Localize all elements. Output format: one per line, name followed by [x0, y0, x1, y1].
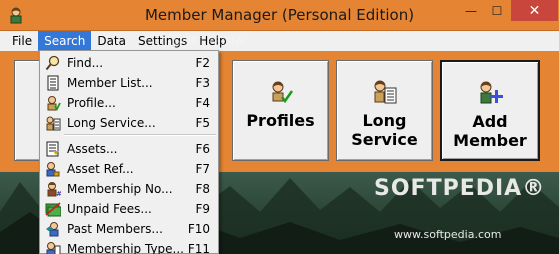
- menu-item-label: Member List...: [67, 76, 153, 90]
- menu-item-label: Membership Type...: [67, 242, 184, 254]
- menu-item-long-service[interactable]: Long Service... F5: [42, 113, 218, 133]
- unpaid-fees-icon: [45, 202, 61, 217]
- menu-item-label: Find...: [67, 56, 104, 70]
- watermark-text: SOFTPEDIA: [174, 35, 245, 48]
- maximize-button[interactable]: ☐: [484, 0, 510, 21]
- profiles-button[interactable]: Profiles: [232, 60, 329, 161]
- menu-data[interactable]: Data: [91, 31, 132, 51]
- add-member-label: Add Member: [453, 112, 527, 150]
- menu-item-membership-type[interactable]: Membership Type... F11: [42, 239, 218, 254]
- profile-icon: [47, 96, 61, 111]
- shortcut-key: F9: [195, 202, 210, 216]
- menu-separator: [64, 134, 216, 136]
- menu-item-find[interactable]: Find... F2: [42, 53, 218, 73]
- menu-item-label: Unpaid Fees...: [67, 202, 152, 216]
- shortcut-key: F5: [195, 116, 210, 130]
- menu-item-label: Past Members...: [67, 222, 163, 236]
- shortcut-key: F3: [195, 76, 210, 90]
- menu-item-past-members[interactable]: Past Members... F10: [42, 219, 218, 239]
- menu-item-asset-ref[interactable]: Asset Ref... F7: [42, 159, 218, 179]
- menu-item-unpaid-fees[interactable]: Unpaid Fees... F9: [42, 199, 218, 219]
- profile-check-icon: [272, 81, 293, 104]
- magnifier-icon: [45, 55, 60, 71]
- shortcut-key: F2: [195, 56, 210, 70]
- list-icon: [47, 75, 59, 91]
- membership-type-icon: [46, 242, 61, 254]
- assets-icon: [46, 141, 59, 157]
- profiles-label: Profiles: [246, 111, 315, 130]
- long-service-button[interactable]: Long Service: [336, 60, 433, 161]
- shortcut-key: F8: [195, 182, 210, 196]
- long-service-label: Long Service: [351, 111, 418, 149]
- menu-item-label: Asset Ref...: [67, 162, 134, 176]
- menu-item-profile[interactable]: Profile... F4: [42, 93, 218, 113]
- shortcut-key: F6: [195, 142, 210, 156]
- menu-item-assets[interactable]: Assets... F6: [42, 139, 218, 159]
- menu-item-label: Profile...: [67, 96, 116, 110]
- menu-file[interactable]: File: [6, 31, 38, 51]
- long-service-small-icon: [46, 116, 61, 131]
- shortcut-key: F4: [195, 96, 210, 110]
- minimize-button[interactable]: —: [458, 0, 484, 21]
- search-menu-dropdown: Find... F2 Member List... F3 Profile... …: [39, 50, 219, 254]
- title-bar: Member Manager (Personal Edition) — ☐ ✕: [0, 0, 559, 31]
- shortcut-key: F7: [195, 162, 210, 176]
- past-members-icon: [46, 222, 59, 237]
- softpedia-url: www.softpedia.com: [394, 228, 502, 241]
- add-member-button[interactable]: Add Member: [440, 60, 540, 161]
- app-window: Member Manager (Personal Edition) — ☐ ✕ …: [0, 0, 559, 254]
- asset-ref-icon: [46, 162, 60, 177]
- menu-item-label: Long Service...: [67, 116, 156, 130]
- add-member-icon: [480, 81, 503, 104]
- shortcut-key: F11: [187, 242, 210, 254]
- menu-item-member-list[interactable]: Member List... F3: [42, 73, 218, 93]
- menu-search[interactable]: Search: [38, 31, 92, 51]
- close-button[interactable]: ✕: [511, 0, 558, 21]
- menu-item-label: Assets...: [67, 142, 118, 156]
- long-service-icon: [374, 80, 396, 104]
- membership-no-icon: #: [47, 182, 61, 197]
- softpedia-logo: SOFTPEDIA®: [374, 176, 546, 201]
- shortcut-key: F10: [187, 222, 210, 236]
- menu-bar: File Search Data Settings Help: [0, 31, 559, 51]
- menu-item-membership-no[interactable]: # Membership No... F8: [42, 179, 218, 199]
- menu-item-label: Membership No...: [67, 182, 173, 196]
- svg-text:#: #: [56, 190, 61, 197]
